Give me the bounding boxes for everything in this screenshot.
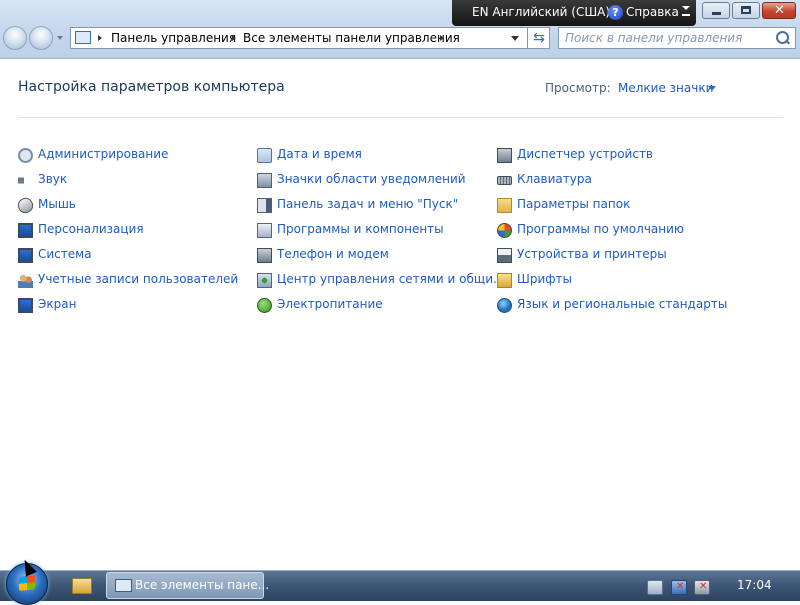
device-manager-icon xyxy=(497,148,512,163)
item-label[interactable]: Диспетчер устройств xyxy=(517,147,653,161)
breadcrumb-all-items[interactable]: Все элементы панели управления xyxy=(243,31,460,45)
item-label[interactable]: Электропитание xyxy=(277,297,383,311)
network-status-icon[interactable] xyxy=(671,580,687,595)
item-label[interactable]: Программы и компоненты xyxy=(277,222,444,236)
item-label[interactable]: Администрирование xyxy=(38,147,168,161)
breadcrumb-separator-icon[interactable] xyxy=(440,35,444,41)
control-panel-icon xyxy=(115,579,132,592)
fonts-icon xyxy=(497,273,512,288)
recent-pages-dropdown-icon[interactable] xyxy=(57,36,63,40)
personalization-icon xyxy=(18,223,33,238)
language-bar-options-icon[interactable] xyxy=(682,6,690,10)
programs-icon xyxy=(257,223,272,238)
system-icon xyxy=(18,248,33,263)
item-label[interactable]: Параметры папок xyxy=(517,197,630,211)
language-bar-minimize-icon[interactable] xyxy=(682,14,690,16)
item-label[interactable]: Персонализация xyxy=(38,222,144,236)
notification-area-icon xyxy=(257,173,272,188)
search-input[interactable]: Поиск в панели управления xyxy=(558,27,796,49)
item-label[interactable]: Экран xyxy=(38,297,76,311)
speaker-icon xyxy=(18,173,32,188)
help-icon[interactable]: ? xyxy=(608,5,623,20)
keyboard-icon xyxy=(497,176,512,185)
forward-button[interactable] xyxy=(29,26,53,50)
power-icon xyxy=(257,298,272,313)
item-label[interactable]: Дата и время xyxy=(277,147,362,161)
item-label[interactable]: Программы по умолчанию xyxy=(517,222,684,236)
refresh-button[interactable]: ⇆ xyxy=(527,27,550,49)
back-button[interactable] xyxy=(3,26,27,50)
breadcrumb-separator-icon[interactable] xyxy=(98,35,102,41)
search-icon[interactable] xyxy=(776,31,789,44)
action-center-icon[interactable] xyxy=(647,580,663,595)
item-label[interactable]: Система xyxy=(38,247,92,261)
address-history-dropdown-icon[interactable] xyxy=(511,36,519,41)
printer-icon xyxy=(497,248,512,263)
windows-logo-icon xyxy=(19,575,35,591)
view-mode-select[interactable]: Мелкие значки xyxy=(618,81,713,95)
refresh-icon: ⇆ xyxy=(533,30,545,46)
view-label: Просмотр: xyxy=(545,81,611,95)
close-icon: ✕ xyxy=(774,3,785,18)
network-center-icon xyxy=(257,273,272,288)
close-button[interactable]: ✕ xyxy=(762,2,796,19)
admin-tools-icon xyxy=(18,148,33,163)
main-content: Настройка параметров компьютера Просмотр… xyxy=(0,59,800,570)
item-label[interactable]: Клавиатура xyxy=(517,172,592,186)
page-title: Настройка параметров компьютера xyxy=(18,79,285,95)
minimize-button[interactable] xyxy=(702,2,730,19)
taskbar-window-button[interactable]: Все элементы пане... xyxy=(106,572,269,599)
volume-muted-icon[interactable] xyxy=(694,580,710,595)
taskbar: Все элементы пане... 17:04 xyxy=(0,557,800,605)
maximize-button[interactable] xyxy=(732,2,760,19)
phone-modem-icon xyxy=(257,248,272,263)
item-label[interactable]: Панель задач и меню "Пуск" xyxy=(277,197,458,211)
maximize-icon xyxy=(741,6,751,14)
item-label[interactable]: Мышь xyxy=(38,197,76,211)
control-panel-icon xyxy=(75,31,91,44)
minimize-icon xyxy=(712,12,721,15)
item-label[interactable]: Учетные записи пользователей xyxy=(38,272,238,286)
view-dropdown-icon[interactable] xyxy=(708,86,716,91)
item-label[interactable]: Устройства и принтеры xyxy=(517,247,667,261)
breadcrumb-control-panel[interactable]: Панель управления xyxy=(111,31,236,45)
default-programs-icon xyxy=(497,223,512,238)
clock-icon xyxy=(257,148,272,163)
item-label[interactable]: Шрифты xyxy=(517,272,572,286)
breadcrumb-separator-icon[interactable] xyxy=(232,35,236,41)
system-clock[interactable]: 17:04 xyxy=(737,578,772,592)
item-label[interactable]: Центр управления сетями и общи... xyxy=(277,272,504,286)
divider xyxy=(18,117,783,118)
help-button[interactable]: Справка xyxy=(626,5,679,19)
window-chrome: EN Английский (США) ? Справка ✕ Панель у… xyxy=(0,0,800,59)
explorer-taskbar-button[interactable] xyxy=(72,578,92,594)
item-label[interactable]: Язык и региональные стандарты xyxy=(517,297,727,311)
users-icon xyxy=(18,273,33,288)
item-label[interactable]: Значки области уведомлений xyxy=(277,172,466,186)
language-bar[interactable]: EN Английский (США) ? Справка xyxy=(452,0,696,26)
item-label[interactable]: Телефон и модем xyxy=(277,247,389,261)
search-placeholder: Поиск в панели управления xyxy=(565,31,743,45)
folder-options-icon xyxy=(497,198,512,213)
taskbar-window-label: Все элементы пане... xyxy=(135,578,270,592)
address-bar[interactable]: Панель управления Все элементы панели уп… xyxy=(70,27,550,49)
taskbar-icon xyxy=(257,198,272,213)
item-label[interactable]: Звук xyxy=(38,172,67,186)
globe-icon xyxy=(497,298,512,313)
language-indicator[interactable]: EN Английский (США) xyxy=(472,5,610,19)
mouse-icon xyxy=(15,195,36,216)
display-icon xyxy=(18,298,33,313)
